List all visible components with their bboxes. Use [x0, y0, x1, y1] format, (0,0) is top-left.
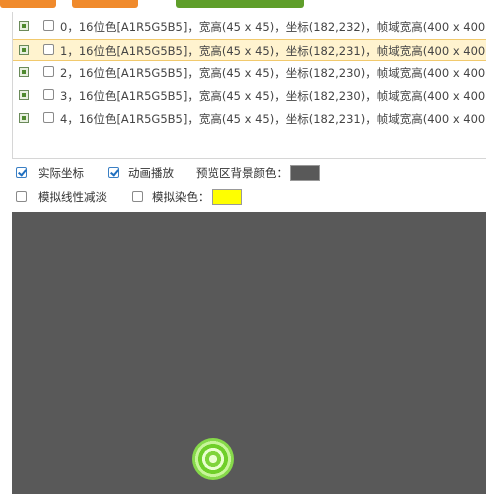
frame-row-2[interactable]: 2，16位色[A1R5G5B5]，宽高(45 x 45)，坐标(182,230)…	[13, 62, 486, 84]
frame-checkbox[interactable]	[43, 66, 54, 77]
frame-info-text: 4，16位色[A1R5G5B5]，宽高(45 x 45)，坐标(182,231)…	[60, 112, 486, 126]
bg-color-swatch[interactable]	[290, 165, 320, 181]
image-icon	[19, 21, 29, 31]
bg-color-option: 预览区背景颜色：	[196, 164, 326, 182]
image-icon	[19, 90, 29, 100]
tint-option[interactable]: 模拟染色：	[132, 188, 262, 206]
frame-checkbox[interactable]	[43, 112, 54, 123]
toolbar-button-1[interactable]	[0, 0, 56, 8]
actual-coords-option[interactable]: 实际坐标	[16, 164, 106, 182]
bg-color-label: 预览区背景颜色：	[196, 166, 288, 180]
frame-checkbox[interactable]	[43, 89, 54, 100]
frame-list: 0，16位色[A1R5G5B5]，宽高(45 x 45)，坐标(182,232)…	[12, 12, 486, 159]
tint-checkbox[interactable]	[132, 191, 143, 202]
animate-option[interactable]: 动画播放	[108, 164, 188, 182]
linear-fade-option[interactable]: 模拟线性减淡	[16, 188, 126, 206]
frame-row-1[interactable]: 1，16位色[A1R5G5B5]，宽高(45 x 45)，坐标(182,231)…	[13, 39, 486, 61]
frame-checkbox[interactable]	[43, 44, 54, 55]
toolbar-button-3[interactable]	[176, 0, 304, 8]
image-icon	[19, 113, 29, 123]
image-icon	[19, 67, 29, 77]
frame-info-text: 0，16位色[A1R5G5B5]，宽高(45 x 45)，坐标(182,232)…	[60, 20, 486, 34]
frame-info-text: 1，16位色[A1R5G5B5]，宽高(45 x 45)，坐标(182,231)…	[60, 44, 486, 58]
animate-checkbox[interactable]	[108, 167, 119, 178]
frame-row-0[interactable]: 0，16位色[A1R5G5B5]，宽高(45 x 45)，坐标(182,232)…	[13, 16, 486, 38]
linear-fade-checkbox[interactable]	[16, 191, 27, 202]
frame-row-4[interactable]: 4，16位色[A1R5G5B5]，宽高(45 x 45)，坐标(182,231)…	[13, 108, 486, 130]
frame-info-text: 3，16位色[A1R5G5B5]，宽高(45 x 45)，坐标(182,230)…	[60, 89, 486, 103]
actual-coords-label: 实际坐标	[38, 166, 84, 180]
tint-label: 模拟染色：	[152, 190, 210, 204]
animate-label: 动画播放	[128, 166, 174, 180]
frame-row-3[interactable]: 3，16位色[A1R5G5B5]，宽高(45 x 45)，坐标(182,230)…	[13, 85, 486, 107]
sprite-frame-preview	[192, 438, 234, 480]
preview-options: 实际坐标 动画播放 预览区背景颜色： 模拟线性减淡 模拟染色：	[12, 160, 486, 212]
actual-coords-checkbox[interactable]	[16, 167, 27, 178]
frame-checkbox[interactable]	[43, 20, 54, 31]
toolbar-button-2[interactable]	[72, 0, 138, 8]
image-icon	[19, 45, 29, 55]
frame-info-text: 2，16位色[A1R5G5B5]，宽高(45 x 45)，坐标(182,230)…	[60, 66, 486, 80]
tint-color-swatch[interactable]	[212, 189, 242, 205]
toolbar	[0, 0, 486, 10]
preview-area[interactable]	[12, 212, 486, 494]
linear-fade-label: 模拟线性减淡	[38, 190, 107, 204]
